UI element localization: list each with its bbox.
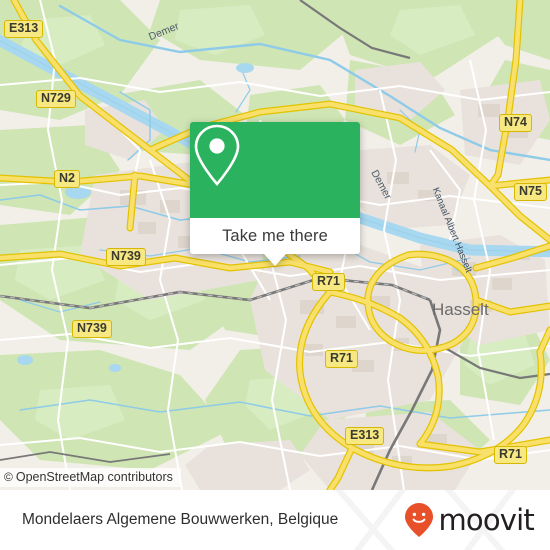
moovit-smiley-pin-icon: [405, 503, 434, 537]
osm-attribution-text[interactable]: OpenStreetMap contributors: [16, 470, 173, 484]
map-pin-icon: [194, 124, 240, 186]
copyright-icon: ©: [4, 470, 13, 484]
footer-bar: Mondelaers Algemene Bouwwerken, Belgique…: [0, 490, 550, 550]
road-shield-n75[interactable]: N75: [514, 183, 547, 201]
popup-tail: [264, 254, 286, 266]
moovit-wordmark: moovit: [438, 502, 534, 537]
road-shield-n739-lower[interactable]: N739: [72, 320, 112, 338]
take-me-there-button[interactable]: Take me there: [222, 227, 328, 246]
location-title: Mondelaers Algemene Bouwwerken, Belgique: [22, 511, 339, 528]
map-canvas[interactable]: E313 N729 N2 N739 N739 N74 N75 R71 R71 E…: [0, 0, 550, 490]
road-shield-e313-nw[interactable]: E313: [4, 20, 44, 38]
road-shield-e313-south[interactable]: E313: [345, 427, 385, 445]
road-shield-n74[interactable]: N74: [499, 114, 532, 132]
road-shield-r71-west[interactable]: R71: [325, 350, 358, 368]
road-shield-n739-upper[interactable]: N739: [106, 248, 146, 266]
road-shield-r71-east[interactable]: R71: [494, 446, 527, 464]
osm-attribution[interactable]: © OpenStreetMap contributors: [0, 468, 181, 487]
road-shield-r71-north[interactable]: R71: [312, 273, 345, 291]
popup-action-bar[interactable]: Take me there: [190, 218, 360, 254]
destination-popup[interactable]: Take me there: [190, 122, 360, 266]
moovit-logo[interactable]: moovit: [404, 502, 535, 538]
road-shield-n729[interactable]: N729: [36, 90, 76, 108]
map-screenshot-root: E313 N729 N2 N739 N739 N74 N75 R71 R71 E…: [0, 0, 550, 550]
place-label-hasselt: Hasselt: [432, 300, 489, 319]
road-shield-n2[interactable]: N2: [54, 170, 80, 188]
popup-header: [190, 122, 360, 218]
